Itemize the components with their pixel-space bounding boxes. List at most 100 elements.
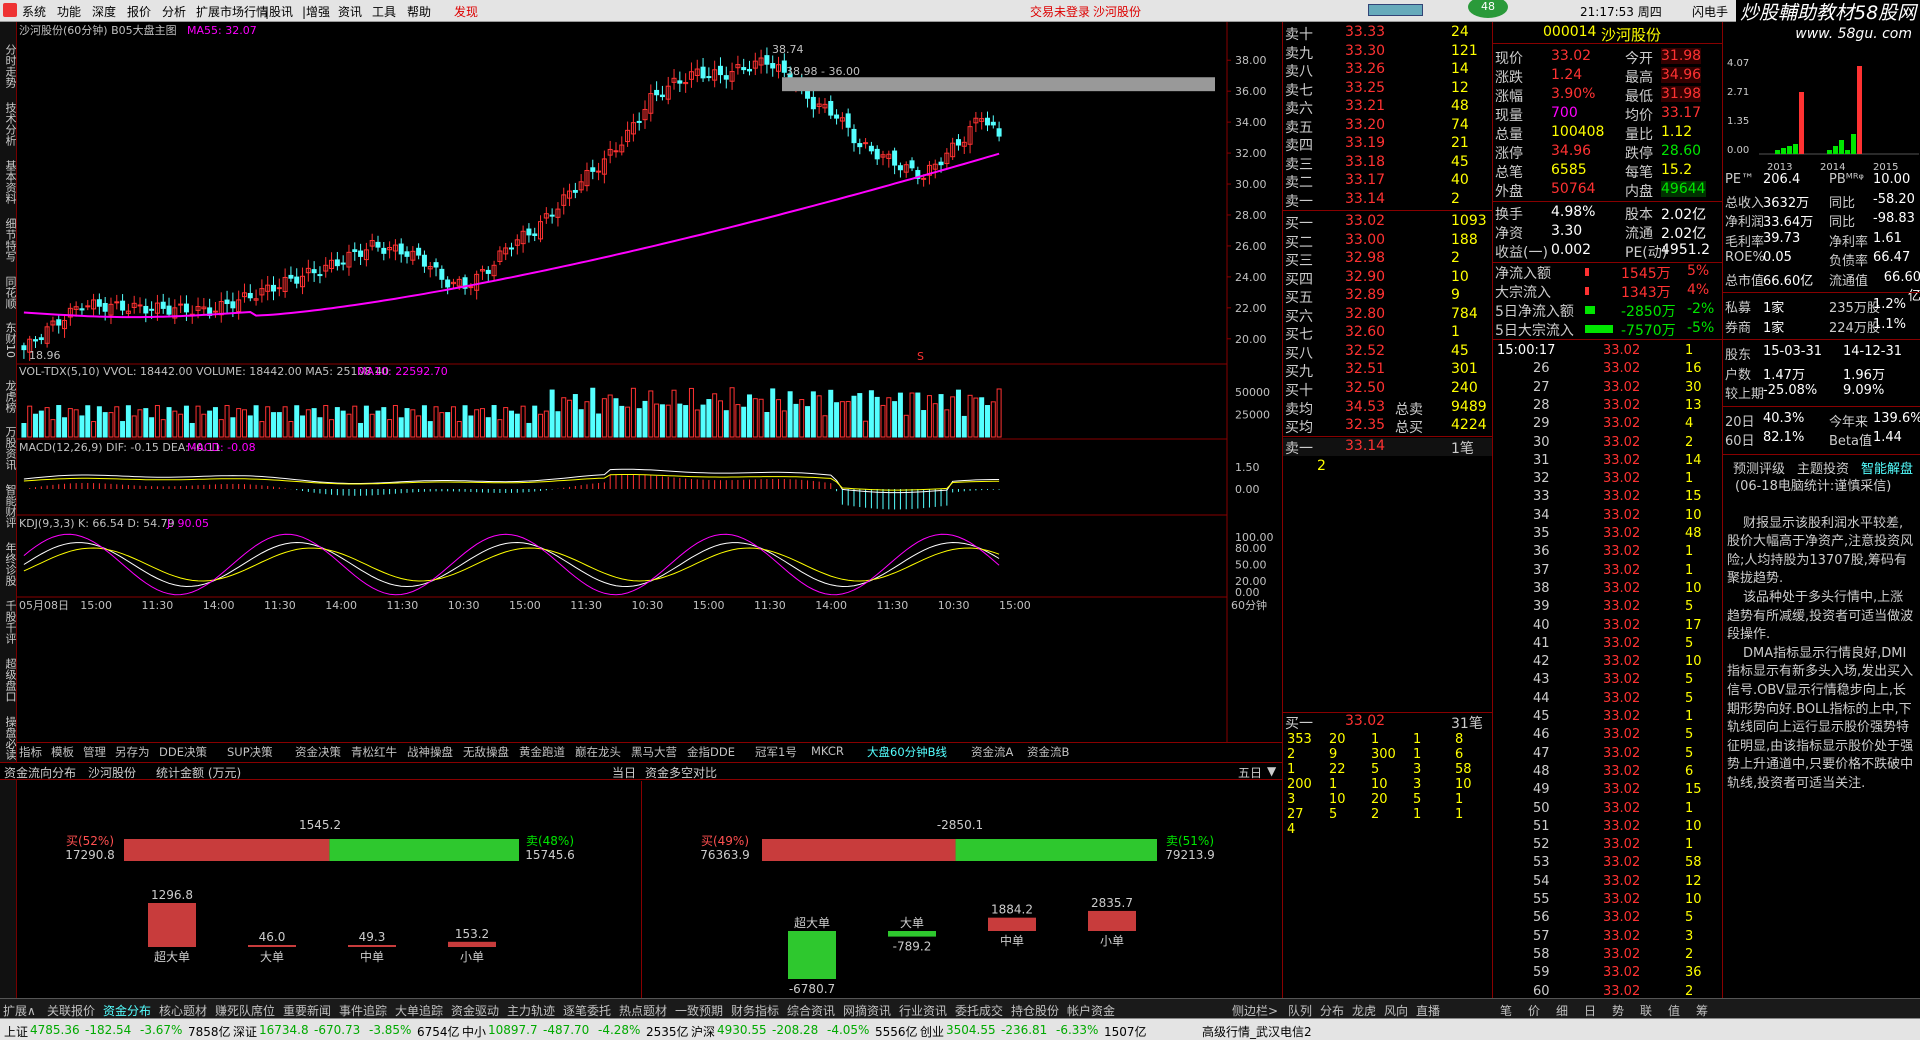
notification-badge[interactable]: 48 [1468, 0, 1508, 18]
bottom-tab-17[interactable]: 委托成交 [955, 1002, 1003, 1019]
bottom-tab-1[interactable]: 关联报价 [47, 1002, 95, 1019]
bottom-tab-13[interactable]: 财务指标 [731, 1002, 779, 1019]
fund-tab-1[interactable]: 主题投资 [1797, 458, 1849, 477]
sell-level[interactable]: 卖五 33.20 74 [1283, 117, 1493, 136]
bottom-tab-6[interactable]: 事件追踪 [339, 1002, 387, 1019]
buy-level[interactable]: 买七 32.60 1 [1283, 324, 1493, 343]
sell-level[interactable]: 卖七 33.25 12 [1283, 80, 1493, 99]
buy-level[interactable]: 买十 32.50 240 [1283, 380, 1493, 399]
indicator-button-16[interactable]: 大盘60分钟B线 [867, 744, 947, 760]
menu-item-4[interactable]: 分析 [162, 3, 186, 20]
left-tab-11[interactable]: 超级盘口 [1, 658, 17, 702]
bottom-tab-0[interactable]: 扩展∧ [3, 1002, 36, 1019]
bottom-tab-32[interactable]: 值 [1668, 1002, 1680, 1019]
sell-level[interactable]: 卖九 33.30 121 [1283, 43, 1493, 62]
indicator-button-13[interactable]: 金指DDE [687, 744, 735, 760]
menu-item-10[interactable]: 帮助 [407, 3, 431, 20]
bottom-tab-28[interactable]: 细 [1556, 1002, 1568, 1019]
period-select[interactable]: 五日 [1238, 764, 1262, 781]
menu-item-2[interactable]: 深度 [92, 3, 116, 20]
bottom-tab-30[interactable]: 势 [1612, 1002, 1624, 1019]
bottom-tab-2[interactable]: 资金分布 [103, 1002, 151, 1019]
left-tab-5[interactable]: 东财10 [1, 322, 17, 358]
bottom-tab-31[interactable]: 联 [1640, 1002, 1652, 1019]
bottom-tab-15[interactable]: 网摘资讯 [843, 1002, 891, 1019]
sell-level[interactable]: 卖二 33.17 40 [1283, 172, 1493, 191]
left-tab-4[interactable]: 同花顺 [1, 276, 17, 309]
bottom-tab-26[interactable]: 笔 [1500, 1002, 1512, 1019]
indicator-button-2[interactable]: 管理 [83, 744, 106, 760]
indicator-button-17[interactable]: 资金流A [971, 744, 1013, 760]
indicator-button-7[interactable]: 青松红牛 [351, 744, 397, 760]
bottom-tab-5[interactable]: 重要新闻 [283, 1002, 331, 1019]
menu-item-8[interactable]: 资讯 [338, 3, 362, 20]
buy-level[interactable]: 买三 32.98 2 [1283, 250, 1493, 269]
bottom-tab-18[interactable]: 持仓股份 [1011, 1002, 1059, 1019]
login-status[interactable]: 交易未登录 [1030, 3, 1090, 20]
flash-trade-button[interactable]: 闪电手 [1692, 3, 1728, 20]
left-tab-6[interactable]: 龙虎榜 [1, 380, 17, 413]
left-tab-8[interactable]: 智能财评 [1, 484, 17, 528]
sell-level[interactable]: 卖三 33.18 45 [1283, 154, 1493, 173]
index-name[interactable]: 中小 [462, 1023, 486, 1040]
bottom-tab-24[interactable]: 风向 [1384, 1002, 1408, 1019]
menu-item-9[interactable]: 工具 [372, 3, 396, 20]
indicator-button-18[interactable]: 资金流B [1027, 744, 1069, 760]
bottom-tab-29[interactable]: 日 [1584, 1002, 1596, 1019]
menu-item-0[interactable]: 系统 [22, 3, 46, 20]
indicator-button-8[interactable]: 战神操盘 [407, 744, 453, 760]
left-tab-10[interactable]: 千股千评 [1, 600, 17, 644]
indicator-button-5[interactable]: SUP决策 [227, 744, 273, 760]
fund-tab-2[interactable]: 智能解盘 [1861, 458, 1913, 477]
buy-level[interactable]: 买一 33.02 1093 [1283, 213, 1493, 232]
left-tab-12[interactable]: 操盘必读 [1, 716, 17, 760]
bottom-tab-20[interactable]: 侧边栏> [1232, 1002, 1278, 1019]
buy-level[interactable]: 买八 32.52 45 [1283, 343, 1493, 362]
bottom-tab-25[interactable]: 直播 [1416, 1002, 1440, 1019]
indicator-button-11[interactable]: 巅在龙头 [575, 744, 621, 760]
bottom-tab-7[interactable]: 大单追踪 [395, 1002, 443, 1019]
bottom-tab-10[interactable]: 逐笔委托 [563, 1002, 611, 1019]
sell-level[interactable]: 卖四 33.19 21 [1283, 135, 1493, 154]
menu-item-6[interactable]: |股讯 [265, 3, 293, 20]
server-status[interactable]: 高级行情_武汉电信2 [1202, 1023, 1312, 1040]
bottom-tab-19[interactable]: 帐户资金 [1067, 1002, 1115, 1019]
menu-stock-name[interactable]: 沙河股份 [1093, 3, 1141, 20]
buy-level[interactable]: 买五 32.89 9 [1283, 287, 1493, 306]
indicator-button-15[interactable]: MKCR [811, 744, 844, 758]
bottom-tab-14[interactable]: 综合资讯 [787, 1002, 835, 1019]
indicator-button-6[interactable]: 资金决策 [295, 744, 341, 760]
bottom-tab-3[interactable]: 核心题材 [159, 1002, 207, 1019]
menu-item-7[interactable]: |增强 [302, 3, 330, 20]
indicator-button-9[interactable]: 无敌操盘 [463, 744, 509, 760]
left-tab-1[interactable]: 技术分析 [1, 102, 17, 146]
left-tab-7[interactable]: 万股资讯 [1, 426, 17, 470]
indicator-button-0[interactable]: 指标 [19, 744, 42, 760]
kline-chart[interactable]: 38.00 36.00 34.00 32.00 30.00 28.00 26.00 24.00… [17, 22, 1282, 762]
menu-item-5[interactable]: 扩展市场行情 [196, 3, 268, 20]
buy-level[interactable]: 买九 32.51 301 [1283, 361, 1493, 380]
bottom-tab-16[interactable]: 行业资讯 [899, 1002, 947, 1019]
indicator-button-4[interactable]: DDE决策 [159, 744, 207, 760]
left-tab-2[interactable]: 基本资料 [1, 160, 17, 204]
menu-item-11[interactable]: 发现 [454, 3, 478, 20]
menu-item-1[interactable]: 功能 [57, 3, 81, 20]
indicator-button-14[interactable]: 冠军1号 [755, 744, 797, 760]
bottom-tab-12[interactable]: 一致预期 [675, 1002, 723, 1019]
left-tab-0[interactable]: 分时走势 [1, 44, 17, 88]
buy-level[interactable]: 买六 32.80 784 [1283, 306, 1493, 325]
index-name[interactable]: 上证 [4, 1023, 28, 1040]
bottom-tab-33[interactable]: 筹 [1696, 1002, 1708, 1019]
indicator-button-1[interactable]: 模板 [51, 744, 74, 760]
indicator-button-12[interactable]: 黑马大营 [631, 744, 677, 760]
index-name[interactable]: 深证 [233, 1023, 257, 1040]
period-label[interactable]: 60分钟 [1231, 598, 1267, 612]
buy-level[interactable]: 买四 32.90 10 [1283, 269, 1493, 288]
fund-flow-today[interactable]: 当日 [612, 764, 636, 781]
fund-flow-title[interactable]: 资金流向分布 [4, 764, 76, 781]
bottom-tab-11[interactable]: 热点题材 [619, 1002, 667, 1019]
index-name[interactable]: 创业 [920, 1023, 944, 1040]
fund-tab-0[interactable]: 预测评级 [1733, 458, 1785, 477]
sell-level[interactable]: 卖六 33.21 48 [1283, 98, 1493, 117]
bottom-tab-8[interactable]: 资金驱动 [451, 1002, 499, 1019]
